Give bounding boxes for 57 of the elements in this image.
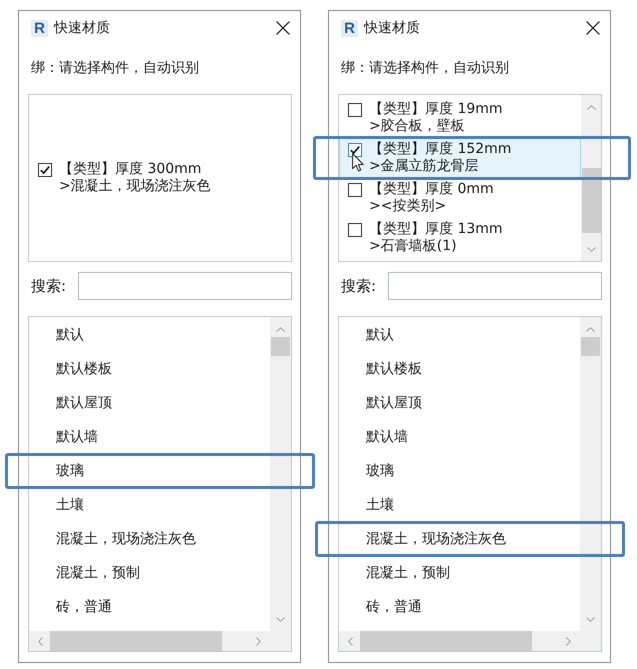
close-icon [586, 21, 600, 35]
checkbox[interactable] [348, 183, 362, 197]
scrollbar-thumb[interactable] [581, 337, 600, 356]
material-item[interactable]: 玻璃 [29, 454, 270, 488]
search-label: 搜索: [30, 276, 68, 296]
chevron-up-icon[interactable] [586, 105, 596, 110]
chevron-down-icon[interactable] [586, 247, 596, 252]
scrollbar-thumb[interactable] [360, 631, 532, 651]
material-item[interactable]: 默认楼板 [339, 352, 580, 386]
chevron-up-icon[interactable] [276, 327, 285, 332]
chevron-down-icon[interactable] [276, 617, 285, 622]
material-item[interactable]: 默认屋顶 [29, 386, 270, 420]
checkbox[interactable] [348, 103, 362, 117]
search-label: 搜索: [340, 276, 378, 296]
layer-item[interactable]: 【类型】厚度 300mm >混凝土，现场浇注灰色 [29, 158, 291, 198]
layer-item[interactable]: 【类型】厚度 152mm >金属立筋龙骨层 [339, 138, 581, 178]
material-item[interactable]: 默认楼板 [29, 352, 270, 386]
app-logo: R [31, 20, 48, 36]
scrollbar-thumb[interactable] [582, 168, 600, 233]
chevron-left-icon[interactable] [348, 636, 353, 646]
checkbox[interactable] [348, 143, 362, 157]
close-button[interactable] [276, 21, 290, 35]
material-item[interactable]: 混凝土，预制 [339, 556, 580, 590]
material-item[interactable]: 混凝土，预制 [29, 556, 270, 590]
close-icon [276, 21, 290, 35]
scrollbar-thumb[interactable] [50, 631, 222, 651]
material-item[interactable]: 混凝土，现场浇注灰色 [339, 522, 580, 556]
instruction-text: 绑：请选择构件，自动识别 [30, 59, 200, 78]
chevron-up-icon[interactable] [586, 327, 595, 332]
checkbox[interactable] [348, 223, 362, 237]
material-item[interactable]: 砖，普通 [339, 590, 580, 624]
material-item[interactable]: 土壤 [339, 488, 580, 522]
search-field[interactable] [388, 272, 602, 300]
chevron-left-icon[interactable] [38, 636, 43, 646]
instruction-text: 绑：请选择构件，自动识别 [340, 59, 510, 78]
chevron-down-icon[interactable] [586, 617, 595, 622]
checkbox[interactable] [38, 163, 52, 177]
layer-item[interactable]: 【类型】厚度 0mm ><按类别> [339, 178, 581, 218]
layer-item[interactable]: 【类型】厚度 19mm >胶合板，壁板 [339, 98, 581, 138]
close-button[interactable] [586, 21, 600, 35]
material-item[interactable]: 砖，普通 [29, 590, 270, 624]
chevron-right-icon[interactable] [566, 636, 571, 646]
search-field[interactable] [78, 272, 292, 300]
material-item[interactable]: 默认 [339, 318, 580, 352]
material-item[interactable]: 土壤 [29, 488, 270, 522]
material-item[interactable]: 默认屋顶 [339, 386, 580, 420]
material-item[interactable]: 默认 [29, 318, 270, 352]
scrollbar-thumb[interactable] [271, 337, 290, 356]
app-logo: R [341, 20, 358, 36]
window-title: 快速材质 [54, 19, 111, 37]
window-title: 快速材质 [364, 19, 421, 37]
material-item[interactable]: 默认墙 [29, 420, 270, 454]
material-item[interactable]: 默认墙 [339, 420, 580, 454]
layer-item[interactable]: 【类型】厚度 13mm >石膏墙板(1) [339, 218, 581, 258]
material-item[interactable]: 混凝土，现场浇注灰色 [29, 522, 270, 556]
material-item[interactable]: 玻璃 [339, 454, 580, 488]
chevron-right-icon[interactable] [256, 636, 261, 646]
